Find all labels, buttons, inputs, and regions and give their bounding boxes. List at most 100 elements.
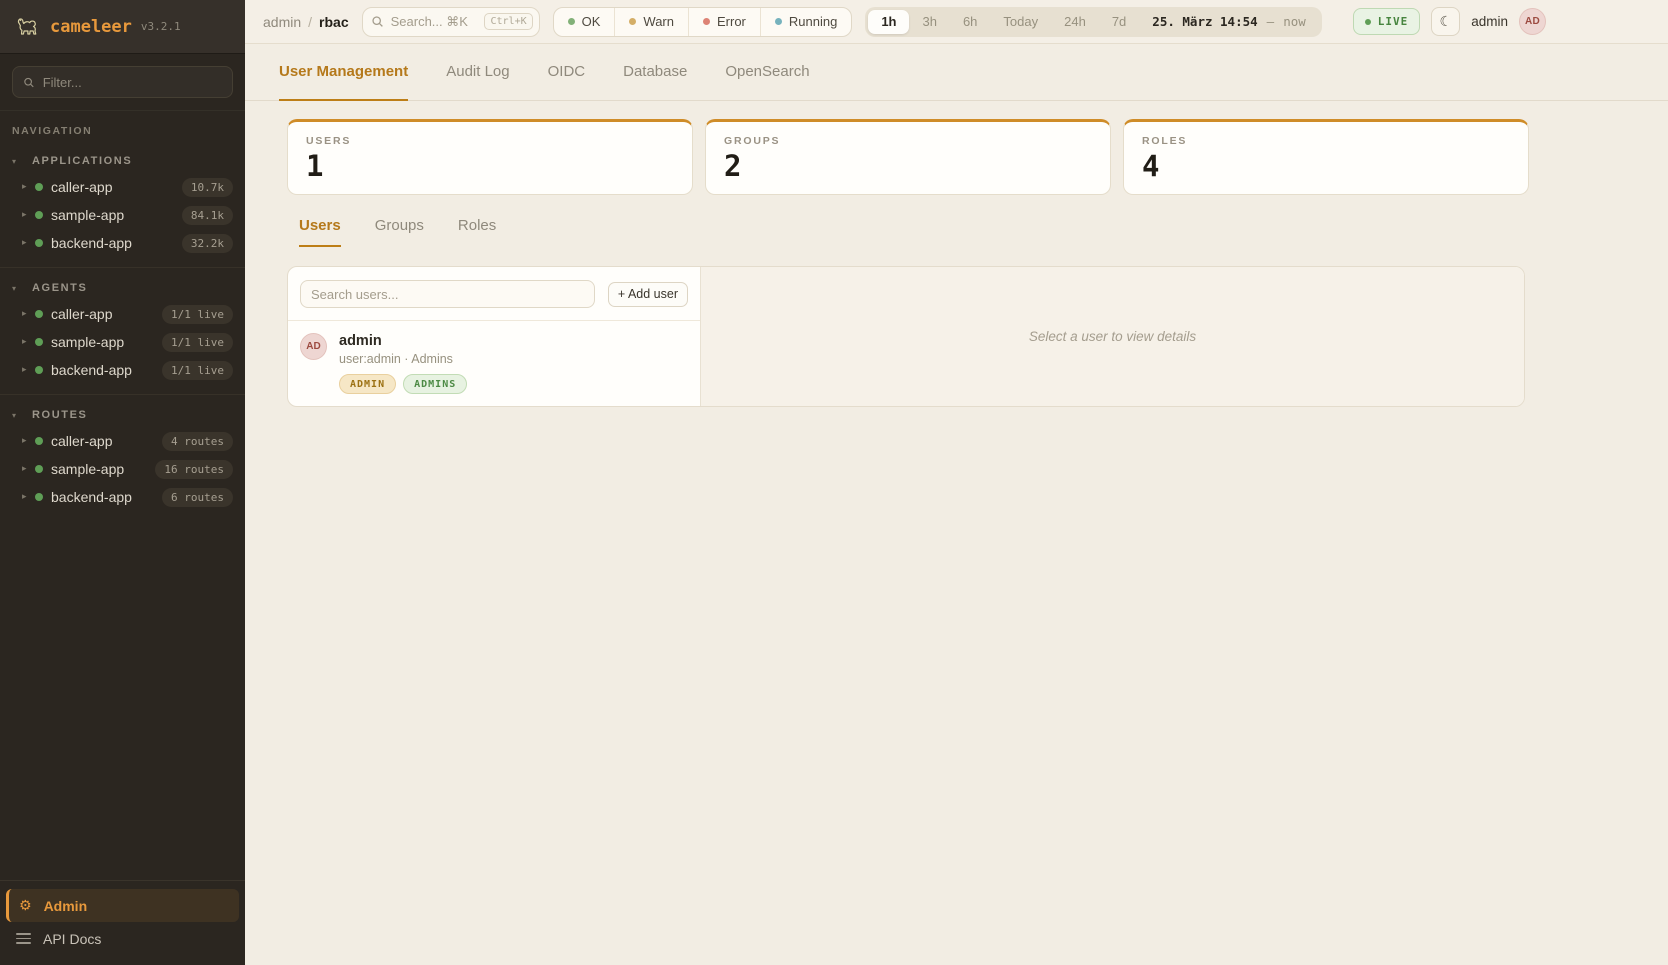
time-range-3h[interactable]: 3h <box>909 10 949 34</box>
api-docs-label: API Docs <box>43 931 101 947</box>
section-header-agents[interactable]: ▾ AGENTS <box>0 276 245 300</box>
status-filter-ok[interactable]: OK <box>554 8 615 36</box>
rbac-subtabs: Users Groups Roles <box>287 217 1525 248</box>
item-label: caller-app <box>51 433 162 449</box>
status-filter-error[interactable]: Error <box>688 8 760 36</box>
sidebar-item-api-docs[interactable]: API Docs <box>6 922 239 955</box>
status-filter-running[interactable]: Running <box>760 8 851 36</box>
time-separator: – <box>1267 14 1275 29</box>
sidebar-filter[interactable] <box>12 66 233 98</box>
sidebar-item-applications-sample-app[interactable]: ▸ sample-app 84.1k <box>0 201 245 229</box>
current-user-name: admin <box>1471 14 1508 29</box>
item-count-badge: 32.2k <box>182 234 233 253</box>
role-badge-admin: ADMIN <box>339 374 396 394</box>
topbar-right: LIVE ☾ admin AD <box>1353 7 1546 36</box>
page-content: USERS 1 GROUPS 2 ROLES 4 Users Groups Ro… <box>245 101 1525 407</box>
item-count-badge: 6 routes <box>162 488 233 507</box>
breadcrumb: admin / rbac <box>263 14 349 30</box>
nav-section-routes: ▾ ROUTES ▸ caller-app 4 routes ▸ sample-… <box>0 394 245 521</box>
error-dot-icon <box>703 18 710 25</box>
sidebar-item-agents-sample-app[interactable]: ▸ sample-app 1/1 live <box>0 328 245 356</box>
breadcrumb-current: rbac <box>319 14 349 30</box>
status-filter-label: Error <box>717 14 746 29</box>
section-title: APPLICATIONS <box>32 155 132 167</box>
sidebar-item-agents-backend-app[interactable]: ▸ backend-app 1/1 live <box>0 356 245 384</box>
item-count-badge: 4 routes <box>162 432 233 451</box>
running-dot-icon <box>775 18 782 25</box>
sidebar: cameleer v3.2.1 NAVIGATION ▾ APPLICATION… <box>0 0 245 965</box>
navigation-label: NAVIGATION <box>0 111 245 141</box>
tab-audit-log[interactable]: Audit Log <box>446 44 509 101</box>
status-filter-warn[interactable]: Warn <box>614 8 688 36</box>
warn-dot-icon <box>629 18 636 25</box>
chevron-down-icon: ▾ <box>12 157 22 166</box>
sidebar-item-applications-backend-app[interactable]: ▸ backend-app 32.2k <box>0 229 245 257</box>
tab-user-management[interactable]: User Management <box>279 44 408 101</box>
status-filter-label: Running <box>789 14 837 29</box>
stat-label: USERS <box>306 135 674 147</box>
stat-value: 2 <box>724 149 1092 183</box>
main-area: admin / rbac Ctrl+K OK Warn Error <box>245 0 1668 965</box>
tab-oidc[interactable]: OIDC <box>548 44 586 101</box>
item-label: backend-app <box>51 489 162 505</box>
sidebar-item-admin[interactable]: ⚙ Admin <box>6 889 239 922</box>
users-search-input[interactable] <box>300 280 595 308</box>
sidebar-item-routes-caller-app[interactable]: ▸ caller-app 4 routes <box>0 427 245 455</box>
subtab-groups[interactable]: Groups <box>375 217 424 247</box>
theme-toggle-button[interactable]: ☾ <box>1431 7 1460 36</box>
item-count-badge: 84.1k <box>182 206 233 225</box>
user-avatar[interactable]: AD <box>1519 8 1546 35</box>
live-toggle[interactable]: LIVE <box>1353 8 1421 35</box>
avatar: AD <box>300 333 327 360</box>
stat-label: ROLES <box>1142 135 1510 147</box>
item-label: sample-app <box>51 334 162 350</box>
time-range-1h[interactable]: 1h <box>868 10 909 34</box>
global-search[interactable]: Ctrl+K <box>362 7 540 37</box>
sidebar-item-routes-sample-app[interactable]: ▸ sample-app 16 routes <box>0 455 245 483</box>
time-range-group: 1h 3h 6h Today 24h 7d 25. März 14:54 – n… <box>865 7 1321 37</box>
sidebar-nav: ▾ APPLICATIONS ▸ caller-app 10.7k ▸ samp… <box>0 141 245 880</box>
global-search-input[interactable] <box>391 14 483 29</box>
sidebar-item-routes-backend-app[interactable]: ▸ backend-app 6 routes <box>0 483 245 511</box>
item-label: sample-app <box>51 461 155 477</box>
user-row-admin[interactable]: AD admin user:admin · Admins ADMIN ADMIN… <box>288 321 700 406</box>
chevron-right-icon: ▸ <box>22 337 35 347</box>
users-panel: + Add user AD admin user:admin · Admins … <box>287 266 1525 407</box>
sidebar-item-agents-caller-app[interactable]: ▸ caller-app 1/1 live <box>0 300 245 328</box>
breadcrumb-separator: / <box>308 14 312 30</box>
section-header-applications[interactable]: ▾ APPLICATIONS <box>0 149 245 173</box>
time-range-7d[interactable]: 7d <box>1099 10 1139 34</box>
subtab-roles[interactable]: Roles <box>458 217 496 247</box>
add-user-button[interactable]: + Add user <box>608 282 688 307</box>
app-version: v3.2.1 <box>141 20 181 33</box>
empty-state-text: Select a user to view details <box>1029 329 1196 344</box>
moon-icon: ☾ <box>1439 14 1452 30</box>
item-count-badge: 1/1 live <box>162 305 233 324</box>
admin-label: Admin <box>44 898 88 914</box>
item-count-badge: 16 routes <box>155 460 233 479</box>
item-label: backend-app <box>51 235 182 251</box>
list-icon <box>16 933 31 944</box>
gear-icon: ⚙ <box>19 898 32 914</box>
item-label: caller-app <box>51 306 162 322</box>
time-range-today[interactable]: Today <box>990 10 1051 34</box>
nav-section-agents: ▾ AGENTS ▸ caller-app 1/1 live ▸ sample-… <box>0 267 245 394</box>
item-count-badge: 1/1 live <box>162 361 233 380</box>
sidebar-filter-input[interactable] <box>43 75 222 90</box>
live-dot-icon <box>1365 19 1371 25</box>
tab-database[interactable]: Database <box>623 44 687 101</box>
subtab-users[interactable]: Users <box>299 217 341 247</box>
chevron-right-icon: ▸ <box>22 210 35 220</box>
time-range-6h[interactable]: 6h <box>950 10 990 34</box>
time-range-display[interactable]: 25. März 14:54 – now <box>1139 14 1318 29</box>
sidebar-item-applications-caller-app[interactable]: ▸ caller-app 10.7k <box>0 173 245 201</box>
tab-opensearch[interactable]: OpenSearch <box>725 44 809 101</box>
status-dot-icon <box>35 338 43 346</box>
stat-value: 4 <box>1142 149 1510 183</box>
app-logo-bar: cameleer v3.2.1 <box>0 0 245 54</box>
breadcrumb-parent[interactable]: admin <box>263 14 301 30</box>
stat-value: 1 <box>306 149 674 183</box>
users-list: + Add user AD admin user:admin · Admins … <box>288 267 701 406</box>
time-range-24h[interactable]: 24h <box>1051 10 1099 34</box>
section-header-routes[interactable]: ▾ ROUTES <box>0 403 245 427</box>
